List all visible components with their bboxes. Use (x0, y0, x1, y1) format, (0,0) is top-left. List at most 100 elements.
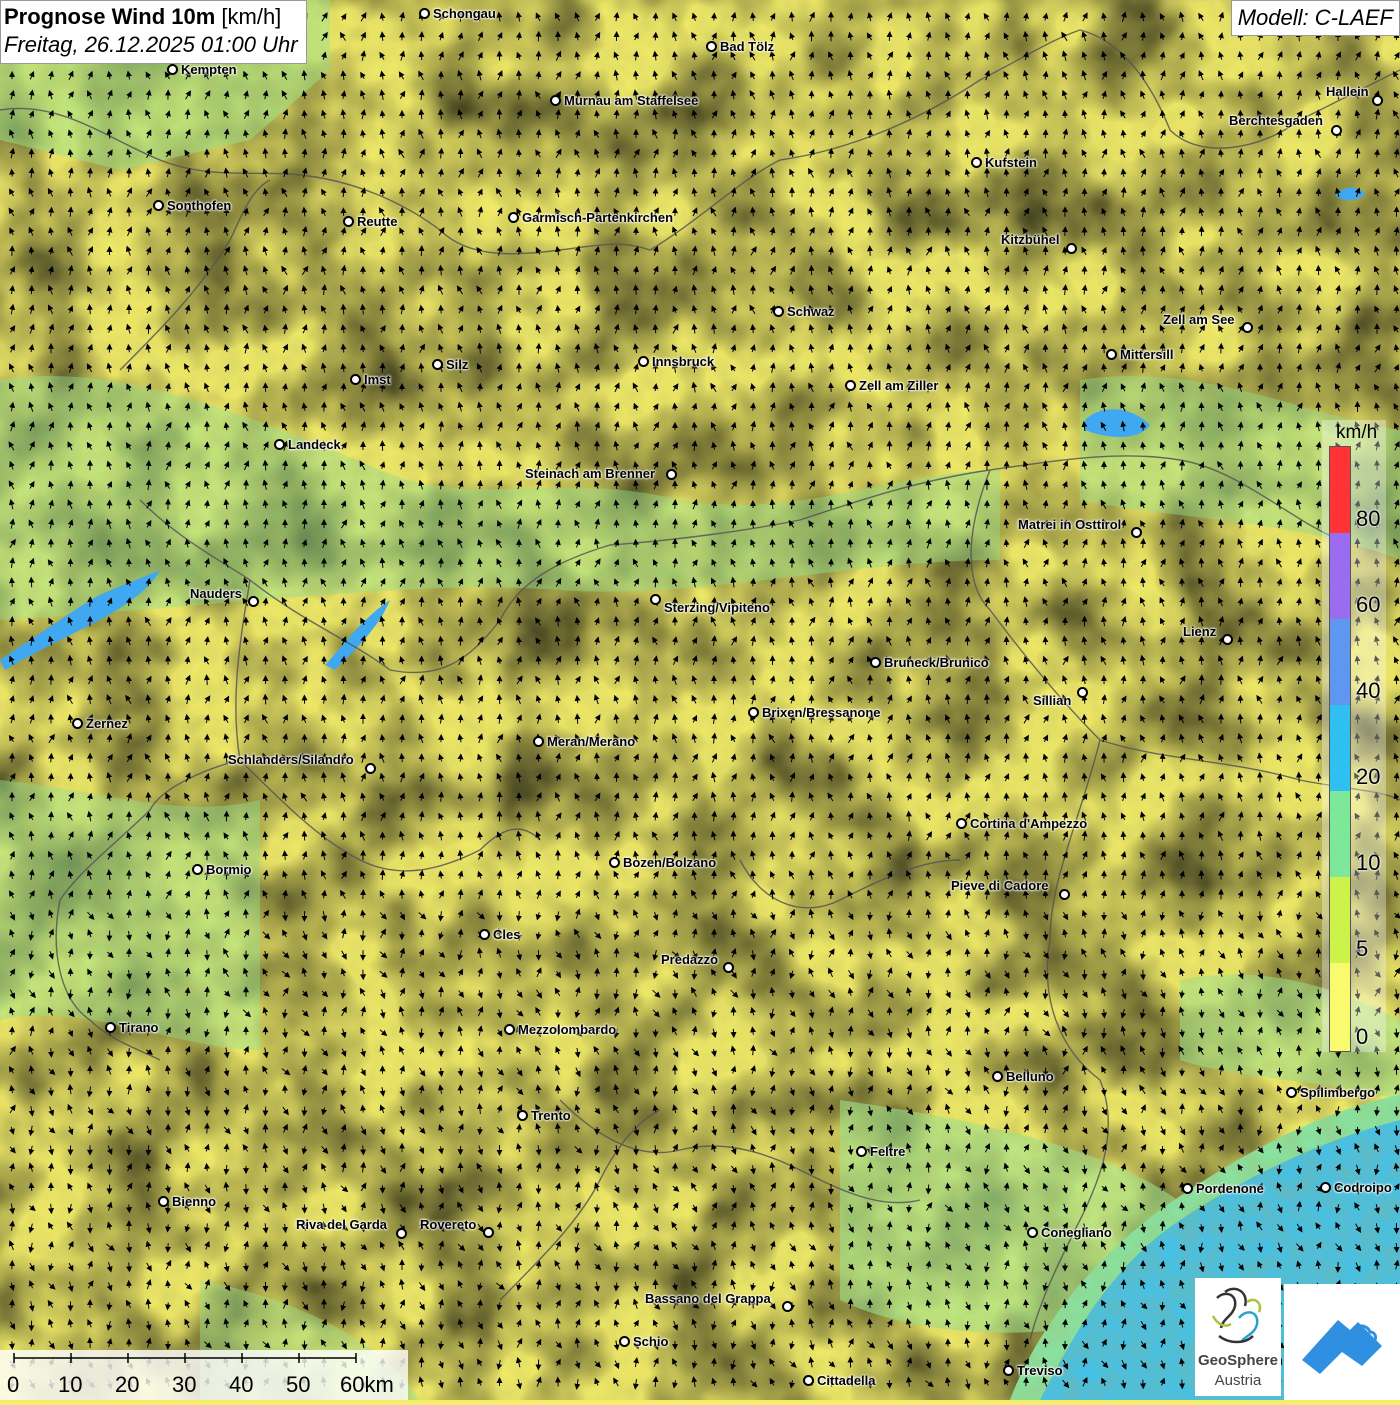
wind-arrow-icon (1084, 1204, 1085, 1211)
wind-arrow-icon (928, 932, 929, 938)
wind-arrow-icon (792, 990, 793, 995)
wind-arrow-icon (577, 698, 578, 703)
wind-arrow-icon (31, 1185, 32, 1191)
wind-arrow-icon (850, 521, 851, 528)
wind-arrow-icon (31, 249, 32, 254)
wind-arrow-icon (1182, 1205, 1183, 1210)
wind-arrow-icon (109, 131, 110, 138)
wind-arrow-icon (889, 1282, 890, 1289)
wind-arrow-icon (1279, 346, 1280, 353)
wind-arrow-icon (1026, 268, 1027, 274)
wind-arrow-icon (694, 1340, 695, 1348)
wind-arrow-icon (51, 1088, 52, 1094)
wind-arrow-icon (597, 1205, 598, 1211)
wind-arrow-icon (1065, 1302, 1066, 1308)
wind-arrow-icon (636, 73, 637, 79)
wind-arrow-icon (1299, 581, 1300, 587)
wind-arrow-icon (421, 112, 422, 119)
wind-arrow-icon (1026, 991, 1027, 996)
wind-arrow-icon (343, 307, 344, 315)
wind-arrow-icon (207, 989, 208, 996)
wind-arrow-icon (70, 600, 71, 606)
wind-arrow-icon (558, 1088, 559, 1094)
wind-arrow-icon (616, 1283, 617, 1289)
wind-arrow-icon (1104, 366, 1105, 372)
wind-arrow-icon (1084, 1165, 1085, 1172)
wind-arrow-icon (1026, 132, 1027, 138)
wind-arrow-icon (12, 580, 13, 587)
wind-arrow-icon (1396, 1126, 1397, 1134)
wind-arrow-icon (207, 677, 208, 685)
wind-arrow-icon (207, 132, 208, 138)
wind-arrow-icon (499, 716, 500, 723)
wind-arrow-icon (382, 34, 383, 41)
wind-arrow-icon (51, 756, 52, 763)
wind-arrow-icon (402, 327, 403, 333)
wind-arrow-icon (441, 1029, 442, 1035)
wind-arrow-icon (850, 795, 851, 801)
wind-arrow-icon (792, 580, 793, 588)
wind-arrow-icon (226, 307, 227, 314)
wind-arrow-icon (207, 1010, 208, 1016)
wind-arrow-icon (265, 1088, 266, 1093)
wind-arrow-icon (967, 581, 968, 586)
wind-arrow-icon (1006, 1126, 1007, 1133)
wind-arrow-icon (870, 1321, 871, 1328)
wind-arrow-icon (1299, 971, 1300, 976)
wind-arrow-icon (168, 1224, 169, 1229)
wind-arrow-icon (1123, 444, 1124, 450)
wind-arrow-icon (928, 853, 929, 859)
wind-arrow-icon (1377, 1263, 1378, 1270)
wind-arrow-icon (831, 132, 832, 138)
wind-arrow-icon (1006, 288, 1007, 295)
wind-arrow-icon (1182, 463, 1183, 471)
wind-arrow-icon (1260, 249, 1261, 254)
wind-arrow-icon (70, 190, 71, 196)
wind-arrow-icon (109, 1302, 110, 1307)
wind-arrow-icon (1240, 1029, 1241, 1035)
wind-arrow-icon (1026, 1302, 1027, 1308)
wind-arrow-icon (636, 542, 637, 548)
wind-arrow-icon (889, 835, 890, 840)
wind-arrow-icon (207, 366, 208, 371)
wind-arrow-icon (1201, 561, 1202, 568)
wind-arrow-icon (265, 853, 266, 859)
wind-arrow-icon (1006, 542, 1007, 547)
wind-arrow-icon (226, 522, 227, 529)
wind-arrow-icon (129, 1263, 130, 1270)
wind-arrow-icon (987, 795, 988, 801)
wind-arrow-icon (675, 406, 676, 411)
wind-arrow-icon (1279, 815, 1280, 821)
wind-arrow-icon (1123, 229, 1124, 236)
wind-arrow-icon (480, 483, 481, 489)
wind-arrow-icon (1357, 151, 1358, 159)
wind-arrow-icon (148, 795, 149, 802)
wind-arrow-icon (382, 872, 383, 880)
wind-arrow-icon (285, 853, 286, 860)
wind-arrow-icon (870, 1263, 871, 1269)
wind-arrow-icon (382, 113, 383, 118)
wind-arrow-icon (109, 1010, 110, 1016)
wind-arrow-icon (636, 287, 637, 294)
wind-arrow-icon (675, 990, 676, 997)
wind-arrow-icon (460, 230, 461, 236)
wind-arrow-icon (616, 171, 617, 177)
wind-arrow-icon (207, 1166, 208, 1171)
wind-arrow-icon (519, 249, 520, 254)
wind-arrow-icon (1123, 171, 1124, 177)
wind-arrow-icon (1318, 522, 1319, 529)
wind-arrow-icon (558, 308, 559, 313)
wind-arrow-icon (441, 131, 442, 138)
wind-arrow-icon (1279, 190, 1280, 197)
wind-arrow-icon (129, 1048, 130, 1055)
wind-arrow-icon (538, 74, 539, 79)
wind-arrow-icon (1240, 716, 1241, 723)
wind-arrow-icon (168, 1283, 169, 1288)
wind-arrow-icon (811, 502, 812, 509)
wind-arrow-icon (928, 971, 929, 976)
wind-arrow-icon (597, 971, 598, 977)
wind-arrow-icon (480, 834, 481, 839)
wind-arrow-icon (51, 776, 52, 781)
wind-arrow-icon (1006, 1340, 1007, 1348)
wind-arrow-icon (597, 755, 598, 762)
